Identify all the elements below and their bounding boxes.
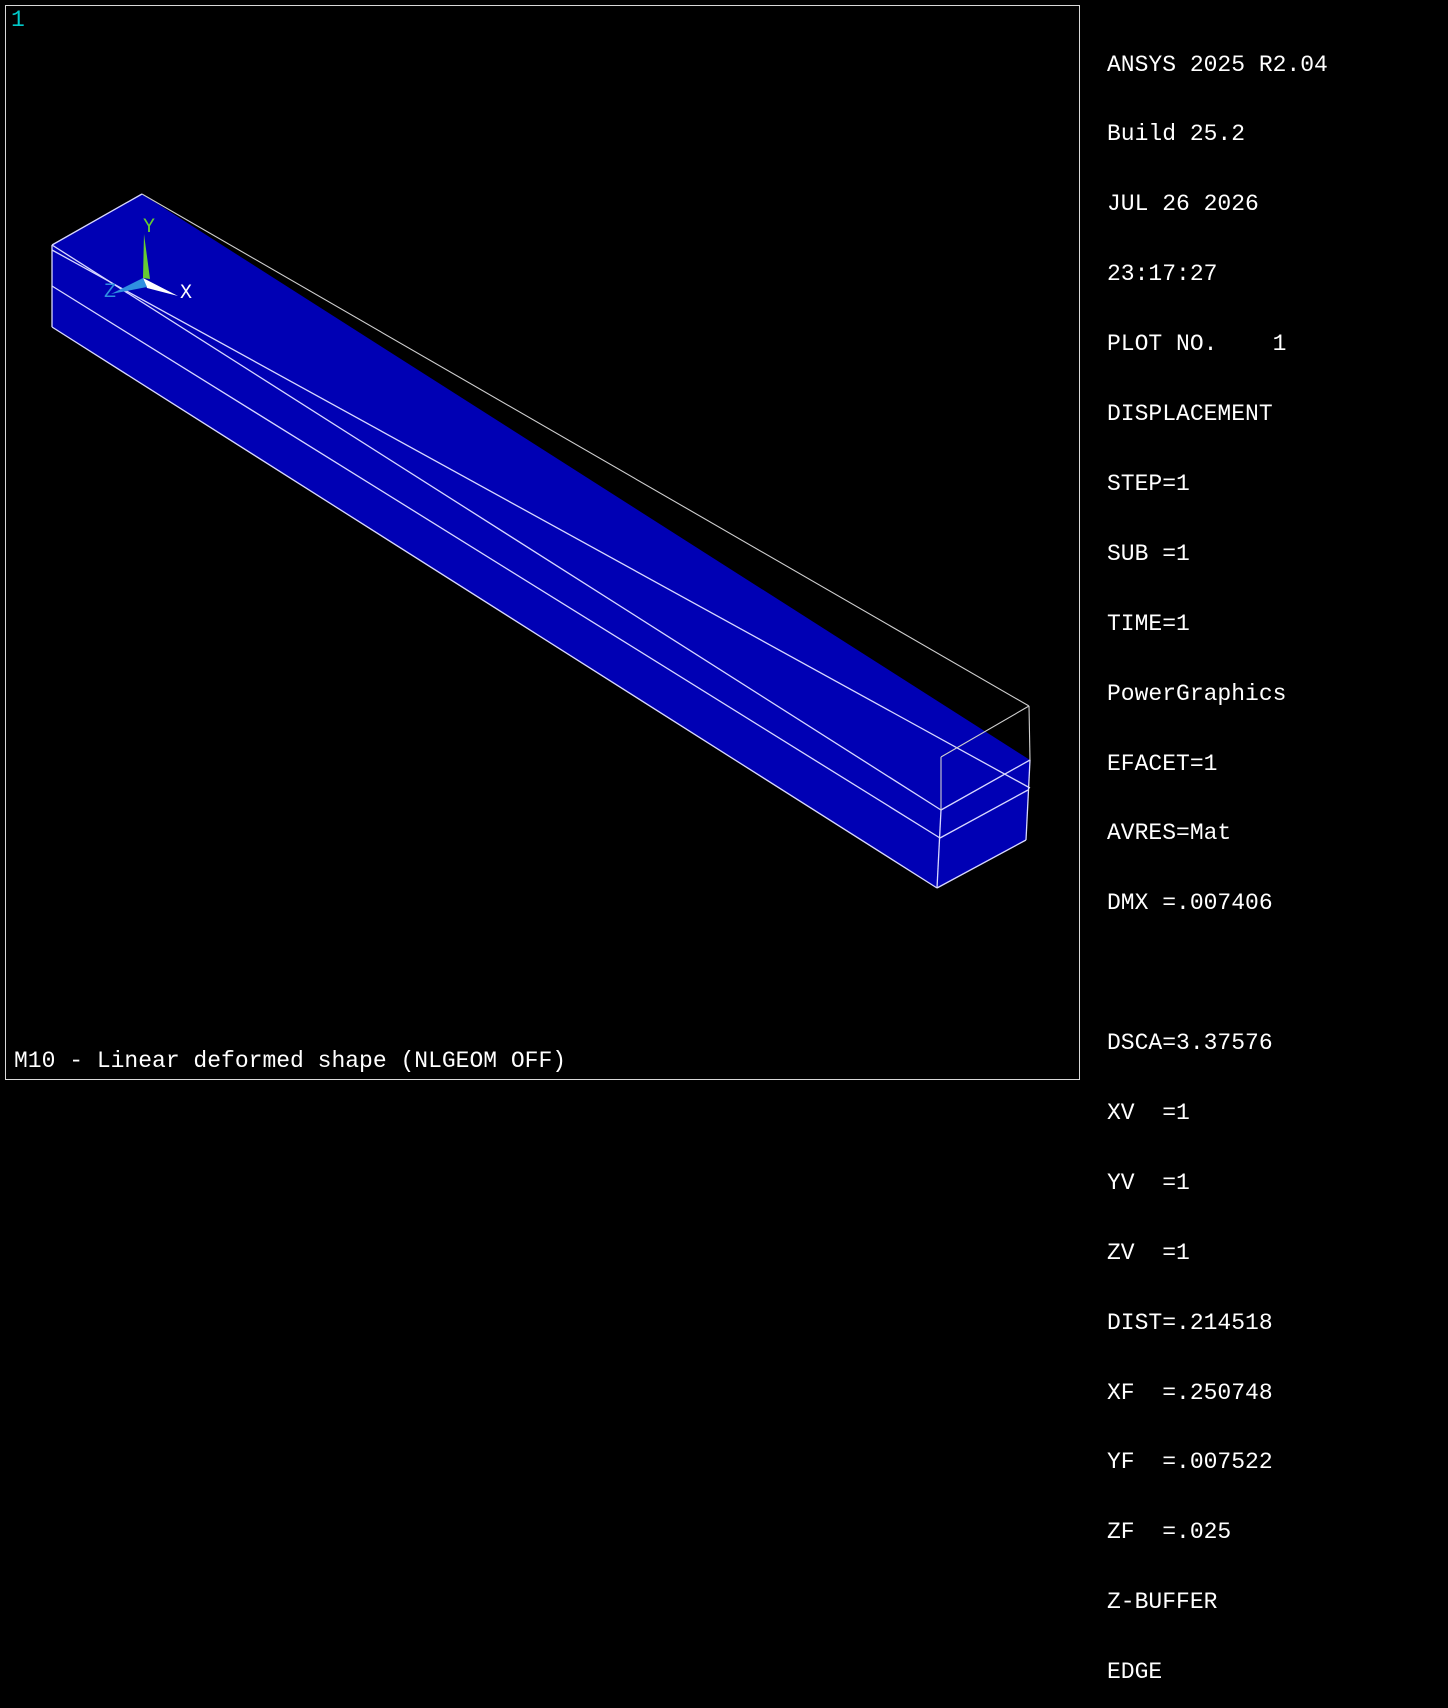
undeformed-edge	[1028, 705, 1031, 761]
legend-result-type: DISPLACEMENT	[1107, 401, 1273, 428]
legend-date: JUL 26 2026	[1107, 191, 1259, 218]
legend-efacet: EFACET=1	[1107, 750, 1218, 777]
legend-time-value: TIME=1	[1107, 610, 1190, 637]
beam-front-face	[52, 245, 941, 888]
triad-x-label: X	[180, 282, 192, 305]
legend-xv: XV =1	[1107, 1099, 1190, 1126]
beam-edge	[51, 285, 941, 839]
legend-graphics-mode: PowerGraphics	[1107, 680, 1287, 707]
legend-yf: YF =.007522	[1107, 1449, 1273, 1476]
legend-zf: ZF =.025	[1107, 1519, 1232, 1546]
legend-step: STEP=1	[1107, 470, 1190, 497]
legend-yv: YV =1	[1107, 1169, 1190, 1196]
triad-y-label: Y	[143, 216, 155, 239]
legend-dist: DIST=.214518	[1107, 1309, 1273, 1336]
legend-zbuffer: Z-BUFFER	[1107, 1589, 1218, 1616]
legend-spacer	[1107, 962, 1437, 985]
legend-edge: EDGE	[1107, 1659, 1163, 1686]
triad-z-label: Z	[104, 281, 116, 304]
deformed-beam[interactable]	[52, 194, 1030, 888]
beam-edge	[51, 249, 1031, 789]
legend-dmx: DMX =.007406	[1107, 890, 1273, 917]
legend-xf: XF =.250748	[1107, 1379, 1273, 1406]
beam-edge	[51, 244, 942, 811]
legend-substep: SUB =1	[1107, 540, 1190, 567]
plot-legend: ANSYS 2025 R2.04 Build 25.2 JUL 26 2026 …	[1107, 7, 1437, 1708]
beam-edge	[51, 326, 938, 889]
legend-zv: ZV =1	[1107, 1239, 1190, 1266]
legend-dsca: DSCA=3.37576	[1107, 1030, 1273, 1057]
legend-time: 23:17:27	[1107, 261, 1218, 288]
legend-version: ANSYS 2025 R2.04	[1107, 51, 1328, 78]
legend-build: Build 25.2	[1107, 121, 1246, 148]
beam-top-face	[52, 194, 1030, 810]
legend-avres: AVRES=Mat	[1107, 820, 1232, 847]
legend-plot-number: PLOT NO. 1	[1107, 331, 1287, 358]
plot-caption: M10 - Linear deformed shape (NLGEOM OFF)	[14, 1048, 567, 1074]
